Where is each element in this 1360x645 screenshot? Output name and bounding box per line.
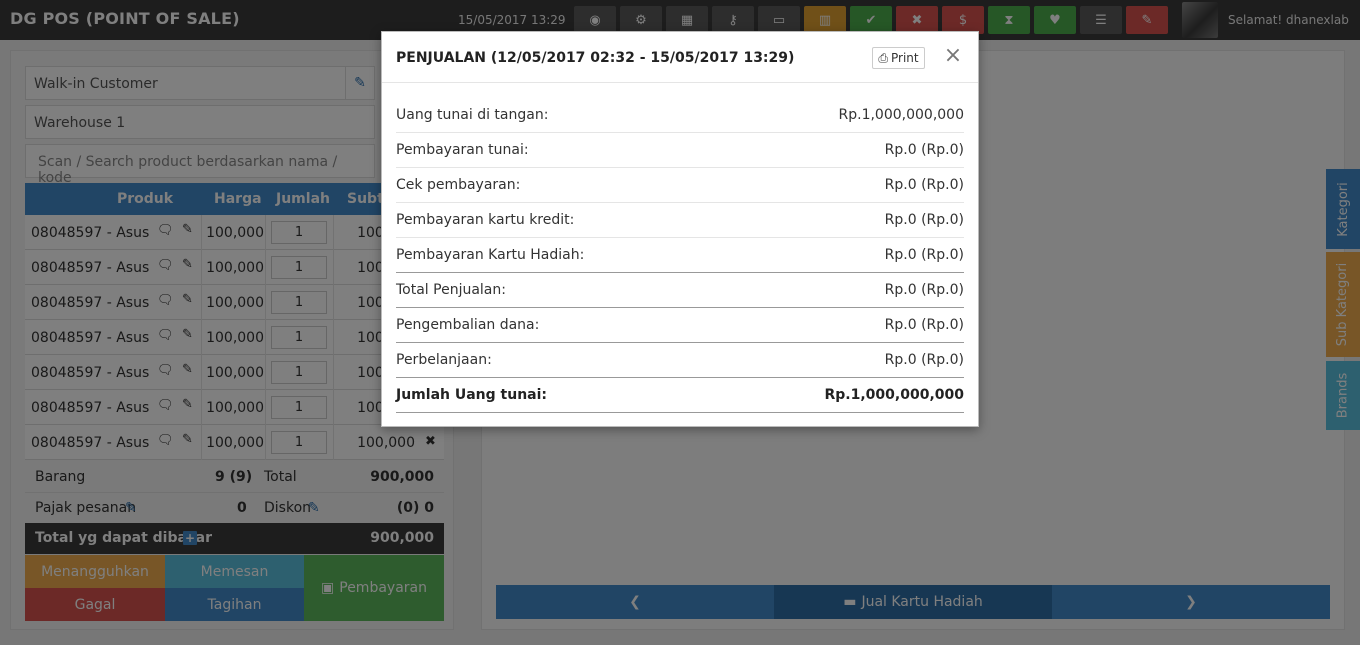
summary-value: Rp.0 (Rp.0) [884,317,964,333]
summary-row: Pembayaran tunai: Rp.0 (Rp.0) [396,133,964,168]
summary-value: Rp.1,000,000,000 [824,387,965,403]
summary-row: Uang tunai di tangan: Rp.1,000,000,000 [396,98,964,133]
close-icon[interactable]: × [943,45,963,69]
summary-row: Perbelanjaan: Rp.0 (Rp.0) [396,343,964,378]
summary-value: Rp.0 (Rp.0) [884,177,964,193]
print-button[interactable]: ⎙ Print [872,47,925,69]
summary-value: Rp.0 (Rp.0) [884,282,964,298]
print-label: Print [891,51,919,65]
summary-label: Pembayaran Kartu Hadiah: [396,247,585,263]
summary-value: Rp.0 (Rp.0) [884,142,964,158]
summary-label: Jumlah Uang tunai: [396,387,547,403]
summary-row: Cek pembayaran: Rp.0 (Rp.0) [396,168,964,203]
summary-label: Uang tunai di tangan: [396,107,549,123]
sales-register-modal: PENJUALAN (12/05/2017 02:32 - 15/05/2017… [381,31,979,427]
summary-label: Pengembalian dana: [396,317,540,333]
summary-row: Pembayaran Kartu Hadiah: Rp.0 (Rp.0) [396,238,964,273]
summary-label: Total Penjualan: [396,282,506,298]
summary-value: Rp.0 (Rp.0) [884,247,964,263]
summary-label: Pembayaran kartu kredit: [396,212,575,228]
summary-label: Pembayaran tunai: [396,142,529,158]
summary-row: Total Penjualan: Rp.0 (Rp.0) [396,273,964,308]
summary-row: Pembayaran kartu kredit: Rp.0 (Rp.0) [396,203,964,238]
modal-header: PENJUALAN (12/05/2017 02:32 - 15/05/2017… [382,32,978,83]
summary-label: Cek pembayaran: [396,177,521,193]
modal-title: PENJUALAN (12/05/2017 02:32 - 15/05/2017… [396,50,795,66]
summary-row: Jumlah Uang tunai: Rp.1,000,000,000 [396,378,964,413]
summary-row: Pengembalian dana: Rp.0 (Rp.0) [396,308,964,343]
summary-value: Rp.0 (Rp.0) [884,212,964,228]
summary-value: Rp.1,000,000,000 [838,107,965,123]
summary-label: Perbelanjaan: [396,352,492,368]
summary-value: Rp.0 (Rp.0) [884,352,964,368]
printer-icon: ⎙ [878,50,888,65]
